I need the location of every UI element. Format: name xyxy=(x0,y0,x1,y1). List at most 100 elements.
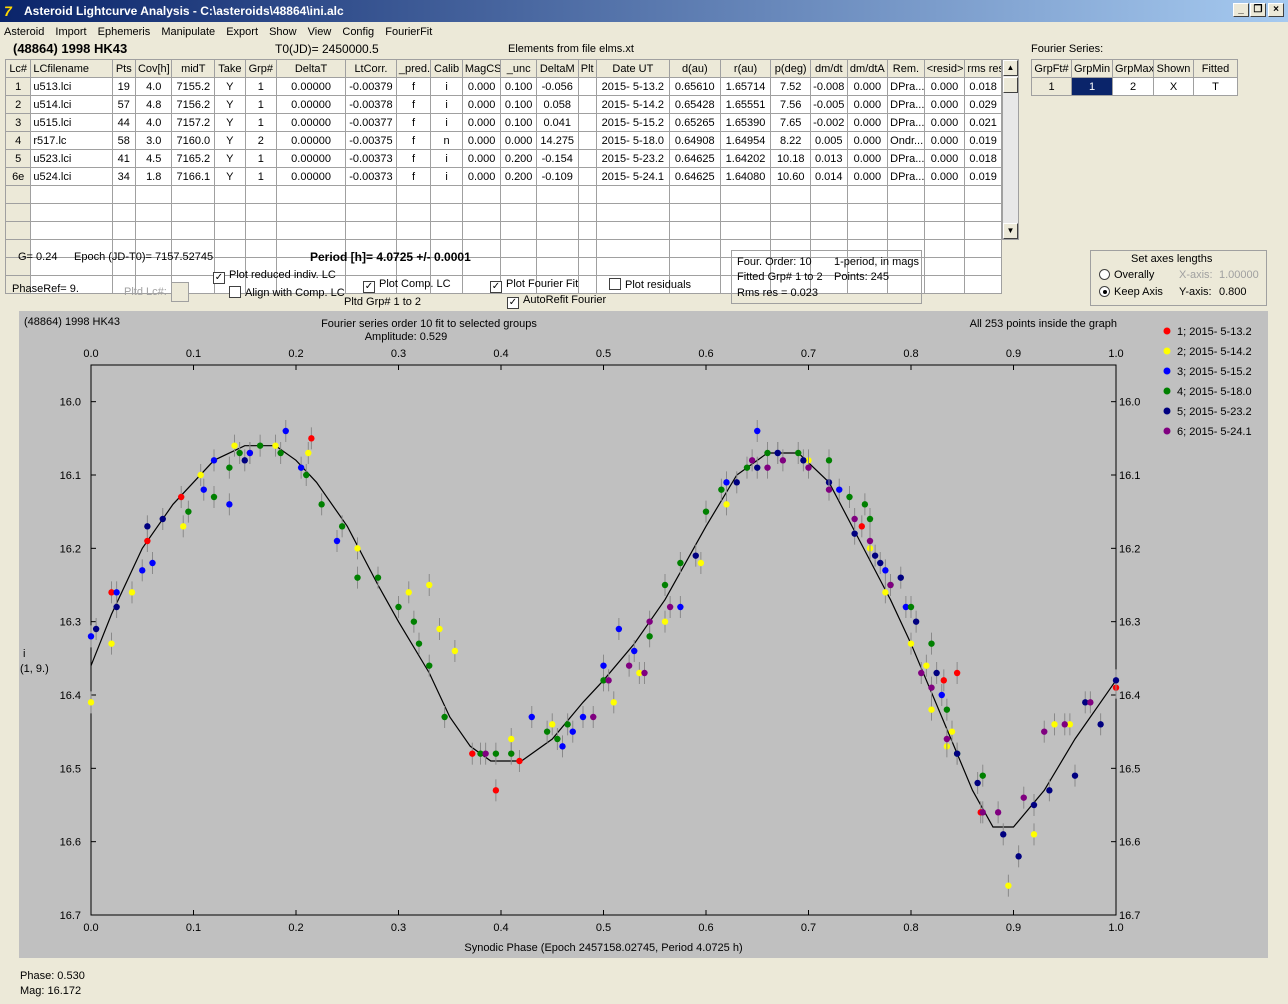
scroll-thumb[interactable] xyxy=(1003,77,1018,93)
col-header[interactable]: midT xyxy=(171,59,216,78)
lightcurve-plot[interactable]: 0.0 0.0 0.1 0.1 0.2 0.2 0.3 0.3 0.4 0.4 0.5 0.5 0.6 0… xyxy=(19,311,1268,958)
table-cell[interactable] xyxy=(214,203,246,222)
table-cell[interactable] xyxy=(719,203,772,222)
table-cell[interactable] xyxy=(668,257,721,276)
overally-radio[interactable]: Overally xyxy=(1099,269,1154,281)
col-header[interactable]: Plt xyxy=(577,59,597,78)
table-cell[interactable]: 0.000 xyxy=(923,113,966,132)
table-cell[interactable]: 0.65265 xyxy=(668,113,721,132)
table-cell[interactable]: i xyxy=(430,77,463,96)
col-header[interactable]: p(deg) xyxy=(770,59,811,78)
table-cell[interactable]: Y xyxy=(214,113,246,132)
table-row[interactable]: 2 u514.lci 57 4.8 7156.2 Y 1 0.00000 -0.00378 f i 0… xyxy=(4,95,1002,114)
table-cell[interactable] xyxy=(395,185,432,204)
table-cell[interactable] xyxy=(923,275,966,294)
table-cell[interactable]: 0.00000 xyxy=(276,77,347,96)
table-cell[interactable] xyxy=(577,149,597,168)
table-cell[interactable] xyxy=(4,185,32,204)
table-cell[interactable]: -0.056 xyxy=(535,77,579,96)
table-cell[interactable] xyxy=(395,221,432,240)
table-cell[interactable]: 1 xyxy=(244,149,278,168)
table-cell[interactable]: 7165.2 xyxy=(171,149,216,168)
table-cell[interactable]: 1.65551 xyxy=(719,95,772,114)
table-cell[interactable] xyxy=(30,221,113,240)
table-cell[interactable]: 7155.2 xyxy=(171,77,216,96)
table-cell[interactable]: 0.029 xyxy=(964,95,1002,114)
table-cell[interactable] xyxy=(500,185,537,204)
col-header[interactable]: LtCorr. xyxy=(345,59,397,78)
table-cell[interactable]: 10.60 xyxy=(770,167,811,186)
table-cell[interactable] xyxy=(810,203,848,222)
col-header[interactable]: dm/dtA xyxy=(846,59,889,78)
table-cell[interactable]: 1.65714 xyxy=(719,77,772,96)
empty-table-row[interactable] xyxy=(4,203,1002,222)
table-cell[interactable]: -0.109 xyxy=(535,167,579,186)
table-cell[interactable] xyxy=(577,257,597,276)
table-cell[interactable] xyxy=(595,221,670,240)
col-header[interactable]: DeltaM xyxy=(535,59,579,78)
table-cell[interactable]: 7156.2 xyxy=(171,95,216,114)
table-cell[interactable]: 57 xyxy=(111,95,136,114)
table-cell[interactable]: r517.lc xyxy=(30,131,113,150)
table-cell[interactable] xyxy=(461,203,502,222)
table-cell[interactable] xyxy=(964,257,1002,276)
col-header[interactable]: d(au) xyxy=(668,59,721,78)
table-cell[interactable]: 2015- 5-13.2 xyxy=(595,77,670,96)
table-cell[interactable] xyxy=(595,203,670,222)
table-cell[interactable]: Y xyxy=(214,95,246,114)
table-cell[interactable]: -0.00378 xyxy=(345,95,397,114)
col-header[interactable]: Pts xyxy=(111,59,136,78)
table-cell[interactable]: 0.014 xyxy=(810,167,848,186)
table-cell[interactable]: 0.019 xyxy=(964,131,1002,150)
table-row[interactable]: 4 r517.lc 58 3.0 7160.0 Y 2 0.00000 -0.00375 f n 0.… xyxy=(4,131,1002,150)
table-cell[interactable] xyxy=(577,167,597,186)
table-cell[interactable] xyxy=(595,239,670,258)
table-cell[interactable]: 0.00000 xyxy=(276,149,347,168)
table-cell[interactable]: f xyxy=(395,113,432,132)
table-cell[interactable] xyxy=(111,221,136,240)
table-cell[interactable] xyxy=(964,275,1002,294)
table-cell[interactable] xyxy=(111,185,136,204)
table-cell[interactable] xyxy=(577,239,597,258)
table-cell[interactable] xyxy=(276,185,347,204)
table-cell[interactable] xyxy=(4,203,32,222)
menu-show[interactable]: Show xyxy=(265,23,301,41)
table-cell[interactable]: 0.000 xyxy=(923,149,966,168)
table-cell[interactable] xyxy=(345,221,397,240)
col-header[interactable]: MagCS xyxy=(461,59,502,78)
restore-button[interactable]: ❐ xyxy=(1250,3,1266,17)
table-cell[interactable]: u515.lci xyxy=(30,113,113,132)
table-cell[interactable] xyxy=(244,203,278,222)
col-header[interactable]: GrpMin xyxy=(1071,59,1113,78)
table-cell[interactable]: 0.000 xyxy=(846,167,889,186)
table-cell[interactable] xyxy=(430,185,463,204)
table-cell[interactable] xyxy=(668,239,721,258)
table-cell[interactable]: 0.100 xyxy=(500,95,537,114)
col-header[interactable]: Rem. xyxy=(887,59,925,78)
table-cell[interactable]: -0.002 xyxy=(810,113,848,132)
close-button[interactable]: × xyxy=(1268,3,1284,17)
xaxis-value[interactable]: 1.00000 xyxy=(1219,269,1259,281)
col-header[interactable]: <resid> xyxy=(923,59,966,78)
table-cell[interactable] xyxy=(770,203,811,222)
table-cell[interactable] xyxy=(535,185,579,204)
table-cell[interactable]: 14.275 xyxy=(535,131,579,150)
table-cell[interactable]: 0.058 xyxy=(535,95,579,114)
table-cell[interactable] xyxy=(171,221,216,240)
col-header[interactable]: Fitted xyxy=(1193,59,1238,78)
col-header[interactable]: Take xyxy=(214,59,246,78)
scroll-up-icon[interactable]: ▲ xyxy=(1003,60,1018,76)
table-cell[interactable] xyxy=(500,257,537,276)
table-cell[interactable]: Y xyxy=(214,167,246,186)
table-cell[interactable] xyxy=(964,185,1002,204)
table-cell[interactable]: -0.154 xyxy=(535,149,579,168)
table-cell[interactable] xyxy=(214,221,246,240)
table-cell[interactable]: 1 xyxy=(4,77,32,96)
table-cell[interactable] xyxy=(719,221,772,240)
menu-import[interactable]: Import xyxy=(51,23,90,41)
table-cell[interactable]: 0.100 xyxy=(500,113,537,132)
table-cell[interactable] xyxy=(30,203,113,222)
table-cell[interactable]: 0.00000 xyxy=(276,167,347,186)
table-cell[interactable]: 7166.1 xyxy=(171,167,216,186)
table-cell[interactable] xyxy=(461,221,502,240)
